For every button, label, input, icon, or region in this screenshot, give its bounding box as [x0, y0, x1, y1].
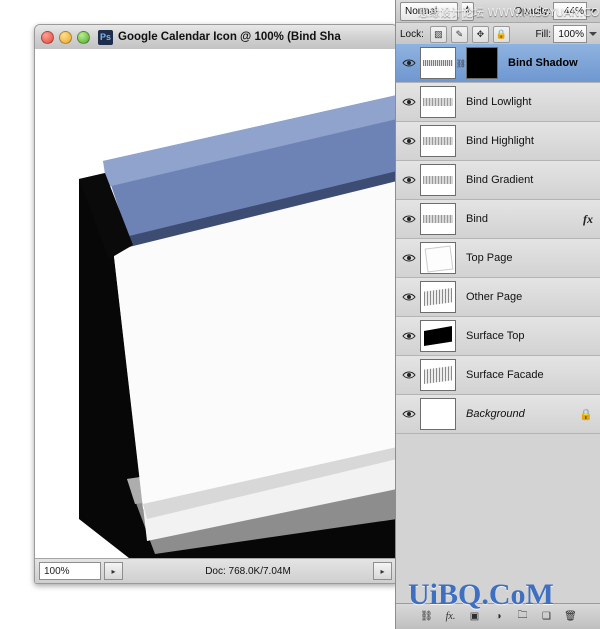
- layer-thumbnails[interactable]: [420, 86, 460, 118]
- statusbar-expand-button[interactable]: ▸: [373, 562, 392, 580]
- table-row[interactable]: Background 🔒: [396, 395, 600, 434]
- layer-visibility-toggle[interactable]: [398, 214, 420, 224]
- layer-locked-padlock-icon: 🔒: [579, 408, 593, 421]
- layer-name[interactable]: Bind: [460, 213, 583, 225]
- layer-thumbnails[interactable]: [420, 359, 460, 391]
- layer-thumbnail[interactable]: [420, 320, 456, 352]
- photoshop-document-window: Ps Google Calendar Icon @ 100% (Bind Sha: [34, 24, 398, 584]
- fill-label: Fill:: [535, 28, 551, 40]
- layer-thumbnails[interactable]: [420, 281, 460, 313]
- eye-icon: [402, 254, 416, 262]
- eye-icon: [402, 98, 416, 106]
- table-row[interactable]: Surface Facade: [396, 356, 600, 395]
- layer-name[interactable]: Top Page: [460, 252, 600, 264]
- canvas-area[interactable]: [35, 49, 397, 559]
- eye-icon: [402, 293, 416, 301]
- eye-icon: [402, 176, 416, 184]
- layer-name[interactable]: Background: [460, 408, 579, 420]
- zoom-button-icon[interactable]: [77, 30, 90, 44]
- fill-control[interactable]: Fill: 100%: [535, 25, 597, 43]
- layer-name[interactable]: Bind Lowlight: [460, 96, 600, 108]
- watermark-bottom: UiBQ.CoM: [408, 578, 554, 611]
- table-row[interactable]: Bind Highlight: [396, 122, 600, 161]
- layer-visibility-toggle[interactable]: [398, 409, 420, 419]
- calendar-icon-artwork: [79, 95, 397, 559]
- photoshop-app-icon: Ps: [98, 29, 113, 45]
- layer-name[interactable]: Bind Highlight: [460, 135, 600, 147]
- layer-visibility-toggle[interactable]: [398, 331, 420, 341]
- layer-visibility-toggle[interactable]: [398, 58, 420, 68]
- layer-visibility-toggle[interactable]: [398, 175, 420, 185]
- eye-icon: [402, 410, 416, 418]
- document-size-info: Doc: 768.0K/7.04M: [205, 565, 291, 577]
- layers-panel-lock-row: Lock: ▨ ✎ ✥ 🔒 Fill: 100%: [396, 23, 600, 46]
- layer-thumbnail[interactable]: [420, 281, 456, 313]
- layer-visibility-toggle[interactable]: [398, 292, 420, 302]
- layer-thumbnails[interactable]: [420, 164, 460, 196]
- layer-thumbnail[interactable]: [420, 242, 456, 274]
- statusbar-menu-button[interactable]: ▸: [104, 562, 123, 580]
- layer-list[interactable]: ⛓ Bind Shadow Bind Lowlight Bind Highlig…: [396, 44, 600, 604]
- eye-icon: [402, 59, 416, 67]
- document-statusbar: 100% ▸ Doc: 768.0K/7.04M ▸: [35, 558, 397, 583]
- eye-icon: [402, 332, 416, 340]
- lock-all-padlock-icon[interactable]: 🔒: [492, 25, 510, 43]
- layer-thumbnail[interactable]: [420, 125, 456, 157]
- mask-link-icon[interactable]: ⛓: [456, 58, 466, 68]
- layer-name[interactable]: Bind Gradient: [460, 174, 600, 186]
- zoom-level-input[interactable]: 100%: [39, 562, 101, 580]
- layer-thumbnails[interactable]: [420, 125, 460, 157]
- layer-name[interactable]: Other Page: [460, 291, 600, 303]
- window-controls[interactable]: [41, 30, 90, 44]
- layer-visibility-toggle[interactable]: [398, 253, 420, 263]
- layer-mask-thumbnail[interactable]: [466, 47, 498, 79]
- close-button-icon[interactable]: [41, 30, 54, 44]
- table-row[interactable]: Top Page: [396, 239, 600, 278]
- lock-label: Lock:: [400, 28, 424, 40]
- layer-thumbnails[interactable]: [420, 320, 460, 352]
- table-row[interactable]: Bind Gradient: [396, 161, 600, 200]
- layer-thumbnail[interactable]: [420, 359, 456, 391]
- screenshot-root: Ps Google Calendar Icon @ 100% (Bind Sha: [0, 0, 600, 629]
- layer-visibility-toggle[interactable]: [398, 370, 420, 380]
- layer-name[interactable]: Bind Shadow: [502, 57, 600, 69]
- minimize-button-icon[interactable]: [59, 30, 72, 44]
- layer-thumbnails[interactable]: ⛓: [420, 47, 502, 79]
- layer-thumbnails[interactable]: [420, 203, 460, 235]
- layer-thumbnails[interactable]: [420, 398, 460, 430]
- layer-visibility-toggle[interactable]: [398, 97, 420, 107]
- fill-dropdown-icon[interactable]: [589, 32, 597, 36]
- layer-name[interactable]: Surface Facade: [460, 369, 600, 381]
- lock-image-pixels-brush-icon[interactable]: ✎: [450, 25, 468, 43]
- layer-thumbnail[interactable]: [420, 164, 456, 196]
- layer-thumbnail[interactable]: [420, 203, 456, 235]
- table-row[interactable]: Bind fx: [396, 200, 600, 239]
- layer-thumbnail[interactable]: [420, 47, 456, 79]
- document-titlebar[interactable]: Ps Google Calendar Icon @ 100% (Bind Sha: [35, 25, 397, 50]
- lock-position-move-icon[interactable]: ✥: [471, 25, 489, 43]
- layer-name[interactable]: Surface Top: [460, 330, 600, 342]
- layer-thumbnail[interactable]: [420, 86, 456, 118]
- layer-thumbnail[interactable]: [420, 398, 456, 430]
- eye-icon: [402, 137, 416, 145]
- watermark-top: 思缘设计论坛 WWW.MISSYUAN.COM: [418, 6, 600, 19]
- table-row[interactable]: Bind Lowlight: [396, 83, 600, 122]
- layer-thumbnails[interactable]: [420, 242, 460, 274]
- layer-visibility-toggle[interactable]: [398, 136, 420, 146]
- lock-transparent-pixels-icon[interactable]: ▨: [429, 25, 447, 43]
- document-title: Google Calendar Icon @ 100% (Bind Sha: [118, 31, 341, 43]
- eye-icon: [402, 215, 416, 223]
- table-row[interactable]: Other Page: [396, 278, 600, 317]
- table-row[interactable]: ⛓ Bind Shadow: [396, 44, 600, 83]
- fill-value-input[interactable]: 100%: [553, 25, 587, 43]
- eye-icon: [402, 371, 416, 379]
- delete-layer-trash-icon[interactable]: 🗑: [563, 609, 578, 624]
- layer-fx-icon[interactable]: fx: [583, 212, 600, 227]
- layers-panel: Normal ▲ ▼ Opacity: 44% Lock: ▨ ✎ ✥ 🔒 Fi…: [395, 0, 600, 629]
- table-row[interactable]: Surface Top: [396, 317, 600, 356]
